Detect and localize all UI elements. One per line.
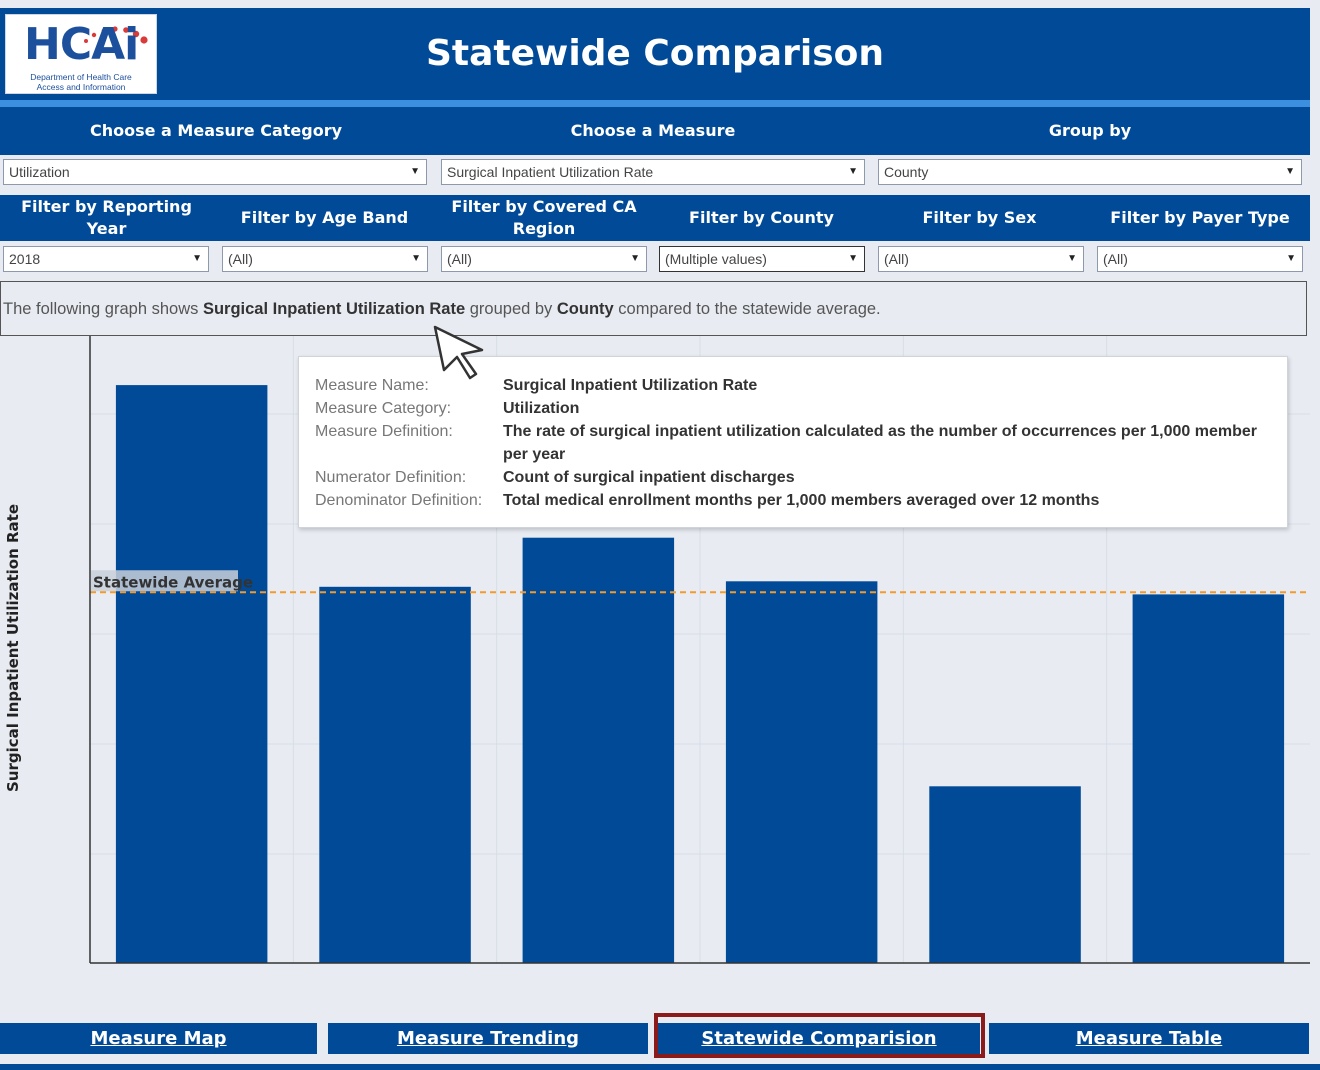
group-by-value: County (884, 164, 929, 180)
chart-bar[interactable] (522, 537, 675, 963)
filter-label-reporting-year: Filter by Reporting Year (21, 197, 192, 238)
graph-description: The following graph shows Surgical Inpat… (0, 281, 1307, 336)
nav-measure-map[interactable]: Measure Map (0, 1023, 317, 1054)
filter-label-age-band: Filter by Age Band (240, 208, 409, 227)
dropdown-arrow-icon: ▼ (410, 166, 420, 177)
dropdown-arrow-icon: ▼ (192, 253, 202, 264)
tooltip-key: Denominator Definition: (315, 492, 483, 509)
sex-value: (All) (884, 251, 909, 267)
dropdown-arrow-icon: ▼ (848, 253, 858, 264)
measure-dropdown[interactable]: Surgical Inpatient Utilization Rate ▼ (441, 159, 865, 185)
header-stripe (0, 100, 1310, 107)
county-value: (Multiple values) (665, 251, 767, 267)
description-group: County (556, 300, 614, 318)
dropdown-arrow-icon: ▼ (1285, 166, 1295, 177)
active-nav-highlight (654, 1013, 985, 1058)
selector-labels-bar: Choose a Measure Category Choose a Measu… (0, 107, 1310, 155)
description-measure: Surgical Inpatient Utilization Rate (202, 300, 466, 318)
nav-measure-trending[interactable]: Measure Trending (328, 1023, 648, 1054)
dropdown-arrow-icon: ▼ (1067, 253, 1077, 264)
tooltip-key: Numerator Definition: (315, 469, 467, 486)
filter-label-county: Filter by County (689, 208, 834, 227)
measure-category-value: Utilization (9, 164, 70, 180)
filter-label-sex: Filter by Sex (922, 208, 1037, 227)
tooltip-key: Measure Definition: (315, 423, 453, 440)
page-title: Statewide Comparison (426, 33, 884, 74)
reporting-year-dropdown[interactable]: 2018 ▼ (3, 246, 209, 272)
tooltip-value: Utilization (503, 400, 580, 417)
description-middle: grouped by (465, 300, 557, 318)
description-suffix: compared to the statewide average. (613, 300, 881, 318)
filter-labels-bar: Filter by Reporting Year Filter by Age B… (0, 195, 1310, 241)
tooltip-value: Surgical Inpatient Utilization Rate (503, 377, 758, 394)
group-by-label: Group by (1048, 121, 1132, 140)
tooltip-value: The rate of surgical inpatient utilizati… (503, 423, 1257, 463)
chart-bar[interactable] (115, 385, 268, 964)
measure-category-label: Choose a Measure Category (89, 121, 343, 140)
dropdown-arrow-icon: ▼ (630, 253, 640, 264)
chart-bar[interactable] (1132, 594, 1285, 963)
chart-bar[interactable] (319, 586, 471, 963)
filter-label-covered-ca-region: Filter by Covered CA Region (451, 197, 637, 238)
dropdown-arrow-icon: ▼ (848, 166, 858, 177)
payer-type-value: (All) (1103, 251, 1128, 267)
dropdown-arrow-icon: ▼ (1286, 253, 1296, 264)
tooltip-value: Count of surgical inpatient discharges (503, 469, 795, 486)
description-prefix: The following graph shows (3, 300, 203, 318)
group-by-dropdown[interactable]: County ▼ (878, 159, 1302, 185)
y-axis-label: Surgical Inpatient Utilization Rate (4, 504, 22, 792)
dropdown-arrow-icon: ▼ (411, 253, 421, 264)
nav-measure-table[interactable]: Measure Table (989, 1023, 1309, 1054)
measure-info-tooltip: Measure Name: Surgical Inpatient Utiliza… (298, 356, 1288, 528)
covered-ca-region-value: (All) (447, 251, 472, 267)
sex-dropdown[interactable]: (All) ▼ (878, 246, 1084, 272)
tooltip-key: Measure Category: (315, 400, 452, 417)
bottom-stripe (0, 1064, 1320, 1070)
measure-label: Choose a Measure (570, 121, 736, 140)
mouse-cursor-icon (433, 325, 484, 380)
payer-type-dropdown[interactable]: (All) ▼ (1097, 246, 1303, 272)
filter-label-payer-type: Filter by Payer Type (1110, 208, 1290, 227)
covered-ca-region-dropdown[interactable]: (All) ▼ (441, 246, 647, 272)
statewide-average-label: Statewide Average (93, 573, 253, 591)
tooltip-value: Total medical enrollment months per 1,00… (503, 492, 1100, 509)
measure-value: Surgical Inpatient Utilization Rate (447, 164, 654, 180)
age-band-dropdown[interactable]: (All) ▼ (222, 246, 428, 272)
age-band-value: (All) (228, 251, 253, 267)
reporting-year-value: 2018 (9, 251, 41, 267)
county-dropdown[interactable]: (Multiple values) ▼ (659, 246, 865, 272)
chart-bar[interactable] (725, 581, 878, 963)
measure-category-dropdown[interactable]: Utilization ▼ (3, 159, 427, 185)
chart-bar[interactable] (929, 786, 1081, 963)
